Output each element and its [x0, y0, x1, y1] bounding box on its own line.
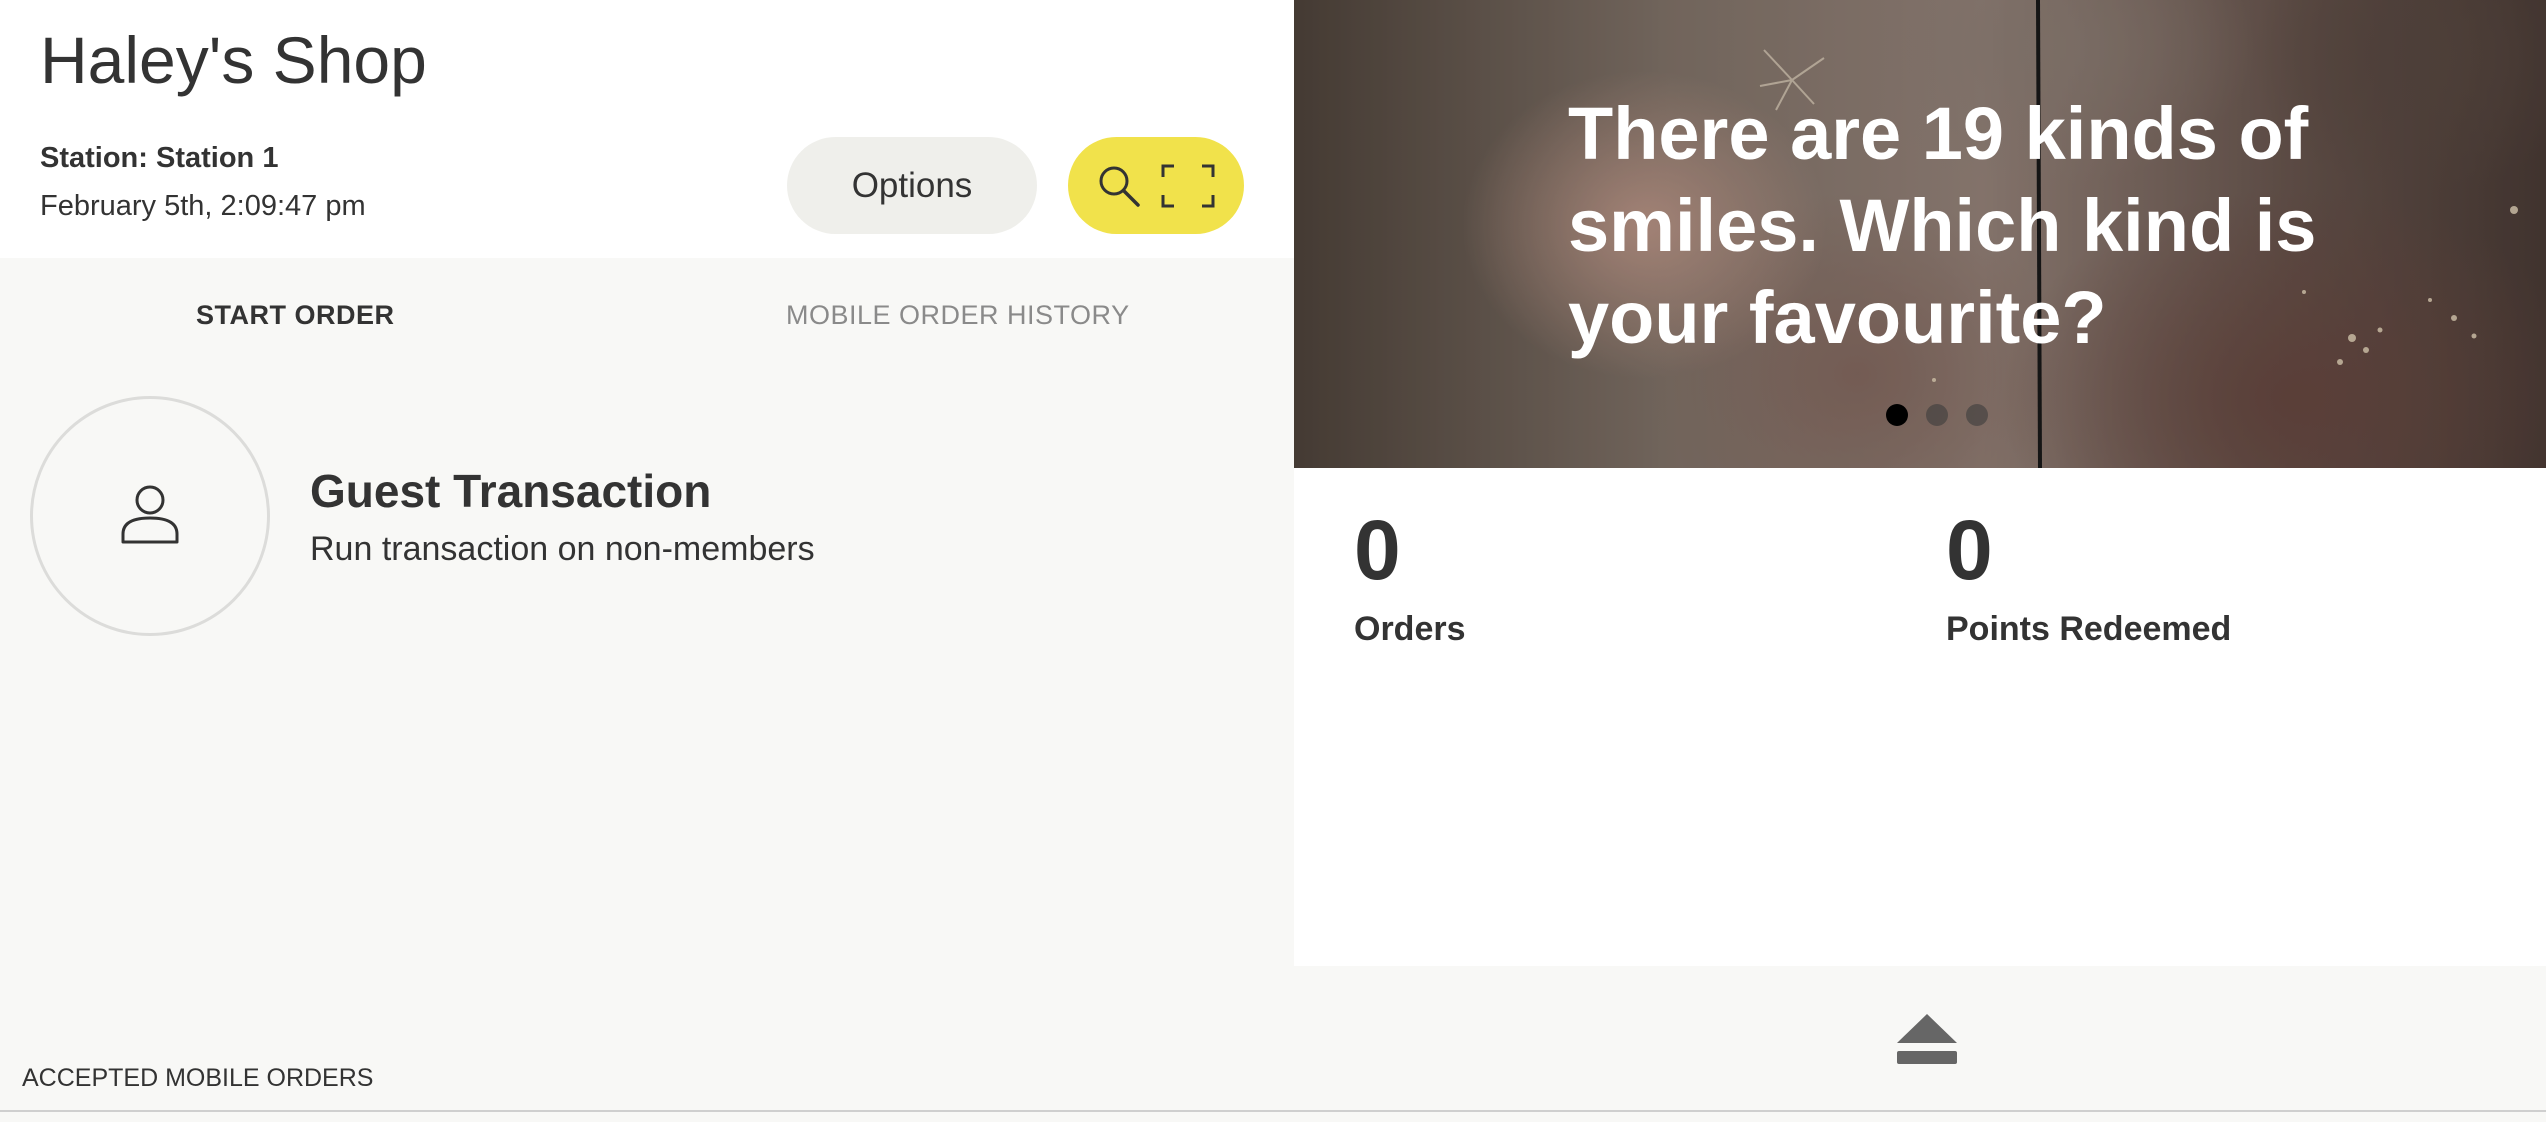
- right-panel: There are 19 kinds of smiles. Which kind…: [1294, 0, 2546, 1122]
- station-label: Station: Station 1: [40, 142, 279, 174]
- promo-banner: There are 19 kinds of smiles. Which kind…: [1294, 0, 2546, 468]
- orders-count: 0: [1354, 503, 1401, 597]
- carousel-dot-3[interactable]: [1966, 404, 1988, 426]
- datetime-label: February 5th, 2:09:47 pm: [40, 190, 366, 222]
- scan-frame-icon: [1160, 163, 1216, 209]
- carousel-dot-2[interactable]: [1926, 404, 1948, 426]
- shop-title: Haley's Shop: [40, 23, 427, 97]
- header: Haley's Shop Station: Station 1 February…: [0, 0, 1294, 258]
- carousel-dots: [1886, 404, 1988, 426]
- promo-text: There are 19 kinds of smiles. Which kind…: [1568, 92, 2317, 359]
- orders-stat: 0 Orders: [1354, 500, 1466, 649]
- bottom-divider: [0, 1110, 2546, 1112]
- left-panel: Haley's Shop Station: Station 1 February…: [0, 0, 1294, 1122]
- points-redeemed-stat: 0 Points Redeemed: [1946, 500, 2231, 649]
- search-icon: [1096, 163, 1142, 209]
- eject-button[interactable]: [1894, 1010, 1960, 1068]
- guest-transaction-title[interactable]: Guest Transaction: [310, 464, 711, 518]
- options-button[interactable]: Options: [787, 137, 1037, 234]
- tab-mobile-order-history[interactable]: MOBILE ORDER HISTORY: [786, 300, 1130, 331]
- tab-start-order[interactable]: START ORDER: [196, 300, 395, 331]
- search-scan-button[interactable]: [1068, 137, 1244, 234]
- drawer-bar: [1294, 966, 2546, 1122]
- guest-transaction-avatar[interactable]: [30, 396, 270, 636]
- eject-icon: [1894, 1014, 1960, 1072]
- guest-transaction-subtitle: Run transaction on non-members: [310, 530, 815, 568]
- points-redeemed-count: 0: [1946, 503, 1993, 597]
- accepted-mobile-orders-label[interactable]: ACCEPTED MOBILE ORDERS: [22, 1064, 373, 1093]
- user-icon: [118, 482, 182, 551]
- points-redeemed-label: Points Redeemed: [1946, 610, 2232, 648]
- orders-label: Orders: [1354, 610, 1466, 648]
- carousel-dot-1[interactable]: [1886, 404, 1908, 426]
